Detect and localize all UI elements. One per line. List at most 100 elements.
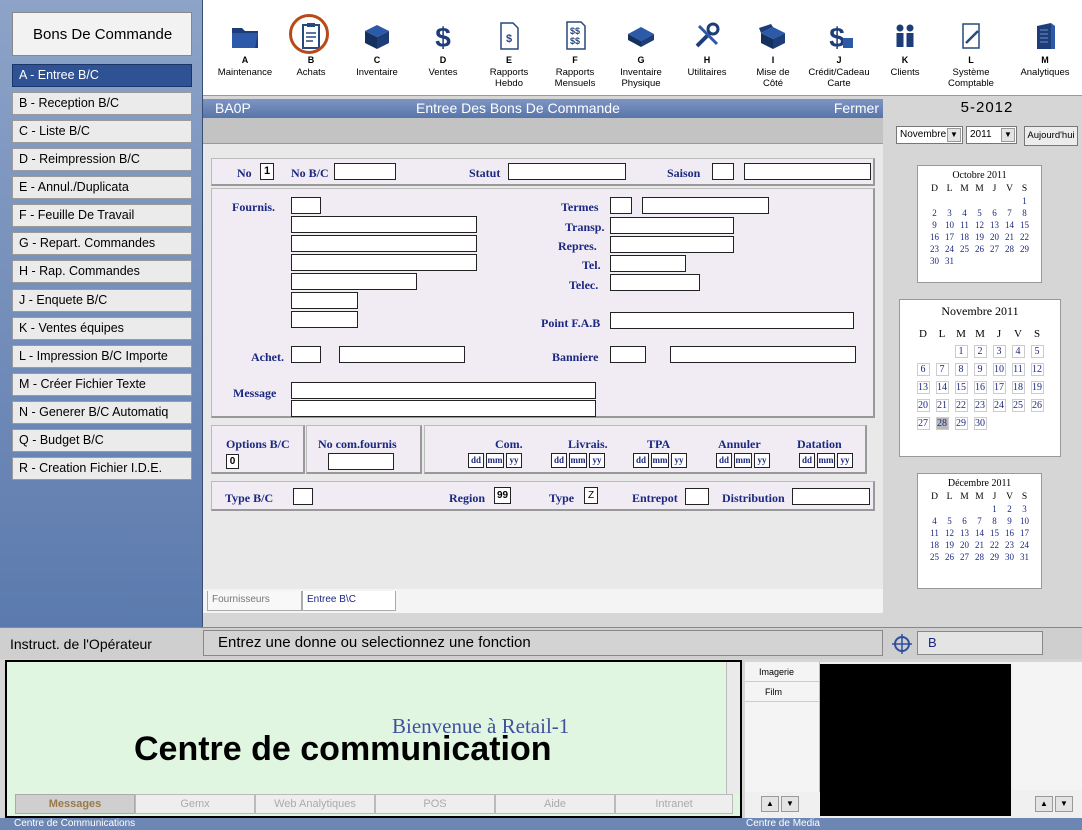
annuler-year-field[interactable]: yy (754, 453, 770, 468)
calendar-day[interactable]: 30 (1003, 551, 1016, 562)
calendar-day[interactable]: 11 (1011, 363, 1025, 376)
address-line-2-field[interactable] (291, 254, 477, 271)
saison-code-field[interactable] (712, 163, 734, 180)
calendar-day[interactable]: 4 (958, 207, 971, 218)
calendar-day[interactable]: 2 (928, 207, 941, 218)
sidebar-item-rap[interactable]: H - Rap. Commandes (12, 260, 192, 283)
annuler-day-field[interactable]: dd (716, 453, 732, 468)
address-line-1-field[interactable] (291, 235, 477, 252)
calendar-day[interactable]: 3 (1018, 503, 1031, 514)
calendar-day[interactable]: 3 (943, 207, 956, 218)
calendar-day[interactable]: 1 (1018, 195, 1031, 206)
postal-code-field[interactable] (291, 311, 358, 328)
com-month-field[interactable]: mm (486, 453, 504, 468)
calendar-day[interactable]: 1 (954, 345, 968, 358)
sidebar-item-feuille[interactable]: F - Feuille De Travail (12, 204, 192, 227)
calendar-day[interactable]: 8 (1018, 207, 1031, 218)
calendar-day[interactable]: 14 (1003, 219, 1016, 230)
calendar-day[interactable]: 9 (928, 219, 941, 230)
achet-field[interactable] (339, 346, 465, 363)
toolbar-utilitaires[interactable]: H Utilitaires (671, 20, 743, 78)
calendar-day[interactable]: 26 (943, 551, 956, 562)
com-day-field[interactable]: dd (468, 453, 484, 468)
city-field[interactable] (291, 273, 417, 290)
calendar-day[interactable]: 12 (973, 219, 986, 230)
calendar-day[interactable]: 22 (988, 539, 1001, 550)
sidebar-item-impression[interactable]: L - Impression B/C Importe (12, 345, 192, 368)
calendar-day[interactable]: 11 (928, 527, 941, 538)
calendar-day[interactable]: 18 (928, 539, 941, 550)
distribution-field[interactable] (792, 488, 870, 505)
calendar-day[interactable]: 29 (1018, 243, 1031, 254)
telec-field[interactable] (610, 274, 700, 291)
calendar-day[interactable]: 11 (958, 219, 971, 230)
calendar-day[interactable]: 29 (954, 417, 968, 430)
calendar-day[interactable]: 19 (1030, 381, 1044, 394)
saison-field[interactable] (744, 163, 871, 180)
message-line-1-field[interactable] (291, 382, 596, 399)
calendar-day[interactable]: 28 (1003, 243, 1016, 254)
calendar-day[interactable]: 13 (988, 219, 1001, 230)
media-item-imagerie[interactable]: Imagerie (745, 662, 819, 682)
toolbar-inventaire-physique[interactable]: G Inventaire Physique (605, 20, 677, 89)
calendar-day[interactable]: 14 (935, 381, 949, 394)
toolbar-clients[interactable]: K Clients (869, 20, 941, 78)
crosshair-icon[interactable] (891, 633, 913, 655)
point-fab-field[interactable] (610, 312, 854, 329)
sidebar-item-reception[interactable]: B - Reception B/C (12, 92, 192, 115)
datation-day-field[interactable]: dd (799, 453, 815, 468)
calendar-day[interactable]: 1 (988, 503, 1001, 514)
type-field[interactable]: Z (584, 487, 598, 504)
calendar-day[interactable]: 26 (973, 243, 986, 254)
calendar-day[interactable]: 15 (954, 381, 968, 394)
year-select[interactable]: 2011 ▼ (966, 126, 1017, 144)
province-field[interactable] (291, 292, 358, 309)
calendar-day[interactable]: 30 (928, 255, 941, 266)
calendar-day[interactable]: 22 (1018, 231, 1031, 242)
sidebar-item-repart[interactable]: G - Repart. Commandes (12, 232, 192, 255)
livrais-month-field[interactable]: mm (569, 453, 587, 468)
calendar-day[interactable]: 24 (1018, 539, 1031, 550)
sidebar-item-ventes[interactable]: K - Ventes équipes (12, 317, 192, 340)
calendar-day[interactable]: 30 (973, 417, 987, 430)
close-button[interactable]: Fermer (834, 99, 879, 118)
calendar-day[interactable]: 7 (1003, 207, 1016, 218)
sidebar-item-generer[interactable]: N - Generer B/C Automatiq (12, 401, 192, 424)
calendar-day[interactable]: 20 (916, 399, 930, 412)
scroll-up-button-2[interactable]: ▲ (1035, 796, 1053, 812)
calendar-day[interactable]: 21 (1003, 231, 1016, 242)
no-bc-field[interactable] (334, 163, 396, 180)
calendar-day[interactable]: 31 (1018, 551, 1031, 562)
calendar-day[interactable]: 16 (973, 381, 987, 394)
calendar-day[interactable]: 4 (1011, 345, 1025, 358)
type-bc-field[interactable] (293, 488, 313, 505)
tpa-month-field[interactable]: mm (651, 453, 669, 468)
fournis-name-field[interactable] (291, 216, 477, 233)
calendar-day[interactable]: 13 (916, 381, 930, 394)
tab-pos[interactable]: POS (375, 794, 495, 814)
month-select[interactable]: Novembre ▼ (896, 126, 963, 144)
calendar-day[interactable]: 8 (954, 363, 968, 376)
options-field[interactable]: 0 (226, 454, 239, 469)
sidebar-item-fichier-texte[interactable]: M - Créer Fichier Texte (12, 373, 192, 396)
calendar-day[interactable]: 17 (1018, 527, 1031, 538)
calendar-day[interactable]: 12 (1030, 363, 1044, 376)
calendar-day[interactable]: 20 (958, 539, 971, 550)
repres-field[interactable] (610, 236, 734, 253)
sidebar-item-ide[interactable]: R - Creation Fichier I.D.E. (12, 457, 192, 480)
tab-web-analytiques[interactable]: Web Analytiques (255, 794, 375, 814)
sidebar-item-enquete[interactable]: J - Enquete B/C (12, 289, 192, 312)
calendar-day[interactable]: 31 (943, 255, 956, 266)
calendar-day[interactable]: 24 (992, 399, 1006, 412)
tab-fournisseurs[interactable]: Fournisseurs (207, 591, 302, 611)
tab-entree-bc[interactable]: Entree B\C (302, 591, 396, 611)
calendar-day[interactable]: 19 (973, 231, 986, 242)
calendar-day[interactable]: 12 (943, 527, 956, 538)
operator-field[interactable]: B (917, 631, 1043, 655)
toolbar-rapports-mensuels[interactable]: $$ $$ F Rapports Mensuels (539, 20, 611, 89)
no-field[interactable]: 1 (260, 163, 274, 180)
sidebar-item-reimpression[interactable]: D - Reimpression B/C (12, 148, 192, 171)
calendar-day[interactable]: 5 (1030, 345, 1044, 358)
calendar-day[interactable]: 9 (973, 363, 987, 376)
comm-scrollbar[interactable] (726, 662, 740, 794)
